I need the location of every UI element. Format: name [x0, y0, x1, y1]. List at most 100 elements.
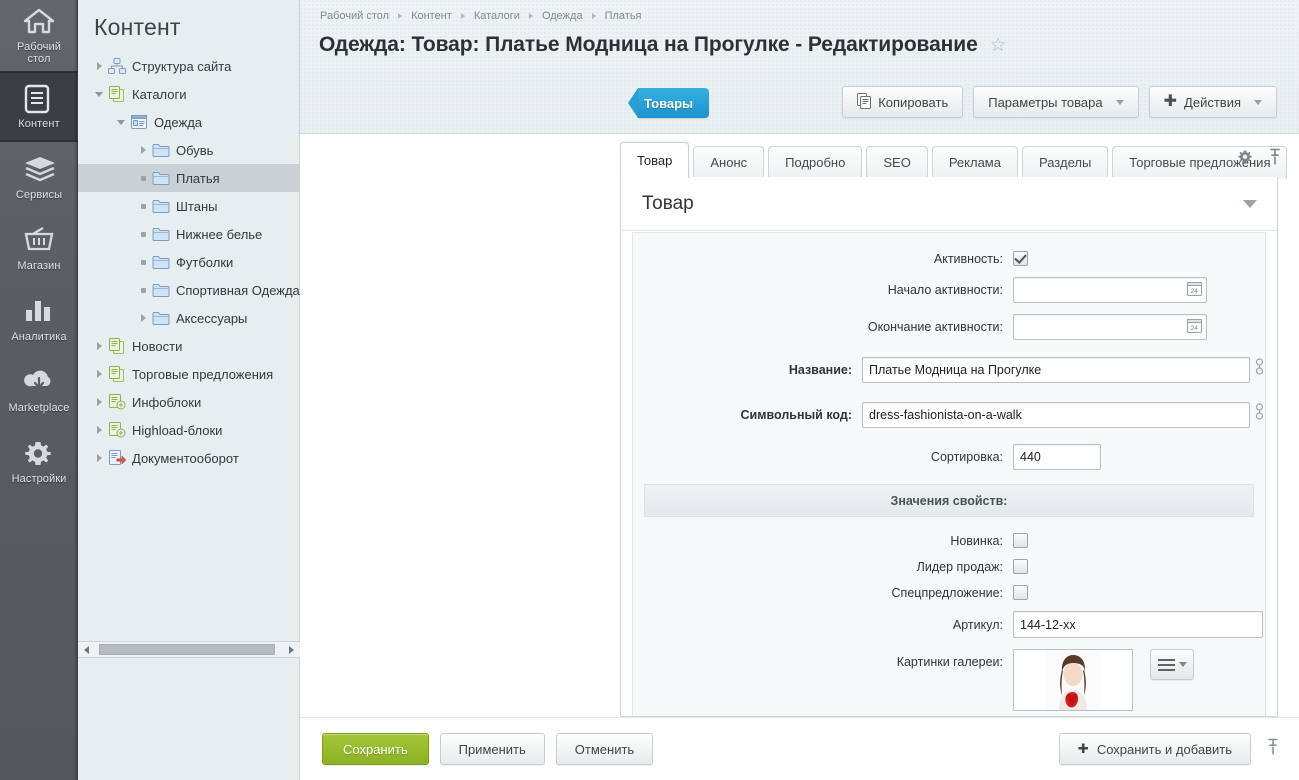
article-input[interactable] [1013, 611, 1263, 638]
tab-4[interactable]: Реклама [931, 146, 1018, 178]
name-input[interactable] [862, 356, 1250, 383]
nav-item-desktop[interactable]: Рабочий стол [0, 0, 78, 71]
copy-button[interactable]: Копировать [842, 86, 964, 118]
gear-icon[interactable] [1237, 149, 1253, 170]
pin-icon[interactable] [1269, 148, 1281, 170]
breadcrumb-link-1[interactable]: Контент [411, 10, 452, 22]
products-tag-button[interactable]: Товары [628, 88, 710, 118]
calendar-icon[interactable]: 24 [1187, 318, 1202, 338]
nav-item-services[interactable]: Сервисы [0, 142, 78, 213]
link-chain-icon[interactable] [1254, 354, 1265, 385]
chevron-down-icon [1254, 99, 1262, 105]
label-bestseller: Лидер продаж: [916, 559, 1003, 574]
tree-item-4[interactable]: Платья [78, 164, 300, 192]
nav-item-analytics[interactable]: Аналитика [0, 284, 78, 355]
save-and-add-button[interactable]: ✚ Сохранить и добавить [1058, 733, 1251, 765]
date-start-input[interactable] [1013, 277, 1207, 303]
chevron-right-icon[interactable] [92, 59, 106, 73]
tree-item-9[interactable]: Аксессуары [78, 304, 300, 332]
tree-item-label: Обувь [176, 142, 214, 158]
apply-button[interactable]: Применить [439, 733, 545, 765]
tab-label: Анонс [710, 155, 748, 170]
new-checkbox[interactable] [1013, 533, 1028, 548]
tree-item-8[interactable]: Спортивная Одежда [78, 276, 300, 304]
card-title: Товар [642, 192, 694, 214]
tree-item-label: Одежда [154, 114, 203, 130]
bestseller-checkbox[interactable] [1013, 559, 1028, 574]
tree-item-1[interactable]: Каталоги [78, 80, 300, 108]
calendar-icon[interactable]: 24 [1187, 281, 1202, 301]
footer-action-bar: Сохранить Применить Отменить ✚ Сохранить… [300, 717, 1299, 780]
chevron-down-icon[interactable] [92, 87, 106, 101]
label-name: Название: [788, 362, 852, 377]
tree-item-14[interactable]: Документооборот [78, 444, 300, 472]
save-button[interactable]: Сохранить [322, 733, 429, 765]
code-input[interactable] [862, 401, 1250, 428]
field-row-sort: Сортировка: [633, 444, 1265, 470]
special-checkbox[interactable] [1013, 585, 1028, 600]
link-chain-icon[interactable] [1254, 399, 1265, 430]
tab-0[interactable]: Товар [620, 142, 690, 178]
collapse-caret-icon[interactable] [1243, 199, 1257, 208]
breadcrumb-link-2[interactable]: Каталоги [474, 10, 520, 22]
admin-page: Рабочий стол Контент Сервисы Магазин Анал [0, 0, 1299, 780]
sort-input[interactable] [1013, 444, 1101, 470]
chevron-right-icon[interactable] [92, 367, 106, 381]
chevron-right-icon[interactable] [92, 451, 106, 465]
active-checkbox[interactable] [1013, 251, 1028, 266]
nav-label-analytics: Аналитика [11, 330, 67, 343]
gallery-thumbnail[interactable] [1013, 649, 1133, 711]
tab-2[interactable]: Подробно [768, 146, 863, 178]
tree-item-7[interactable]: Футболки [78, 248, 300, 276]
date-end-input[interactable] [1013, 314, 1207, 340]
scrollbar-track[interactable] [95, 642, 283, 657]
chevron-right-icon[interactable] [136, 311, 150, 325]
tree-item-5[interactable]: Штаны [78, 192, 300, 220]
tree-scroll-area[interactable]: Структура сайта Каталоги Одежда Обувь Платья… [78, 52, 300, 632]
scroll-left-arrow[interactable] [78, 642, 95, 657]
chevron-down-icon[interactable] [114, 115, 128, 129]
catalog-icon [130, 114, 148, 130]
scroll-right-arrow[interactable] [283, 642, 300, 657]
nav-item-shop[interactable]: Магазин [0, 213, 78, 284]
tree-item-10[interactable]: Новости [78, 332, 300, 360]
products-tag-label: Товары [638, 88, 710, 118]
tree-horizontal-scrollbar[interactable] [78, 641, 300, 658]
chevron-down-icon [1115, 99, 1124, 105]
chevron-right-icon[interactable] [136, 143, 150, 157]
product-params-button[interactable]: Параметры товара [973, 86, 1139, 118]
chevron-right-icon[interactable] [92, 395, 106, 409]
tree-item-2[interactable]: Одежда [78, 108, 300, 136]
breadcrumb-link-4[interactable]: Платья [605, 10, 642, 22]
favorite-star-icon[interactable]: ☆ [990, 36, 1007, 55]
chevron-right-icon[interactable] [92, 423, 106, 437]
tab-3[interactable]: SEO [866, 146, 928, 178]
nav-item-content[interactable]: Контент [0, 71, 78, 142]
product-photo [1045, 650, 1101, 710]
tree-item-label: Документооборот [132, 450, 239, 466]
tree-item-label: Платья [176, 170, 220, 186]
nav-item-marketplace[interactable]: Marketplace [0, 355, 78, 426]
cancel-button[interactable]: Отменить [555, 733, 654, 765]
tree-item-11[interactable]: Торговые предложения [78, 360, 300, 388]
nav-item-settings[interactable]: Настройки [0, 426, 78, 497]
actions-button[interactable]: ✚ Действия [1148, 86, 1277, 118]
chevron-right-icon[interactable] [92, 339, 106, 353]
breadcrumb-link-3[interactable]: Одежда [542, 10, 583, 22]
tree-item-3[interactable]: Обувь [78, 136, 300, 164]
breadcrumb-link-0[interactable]: Рабочий стол [320, 10, 389, 22]
pin-icon[interactable] [1267, 738, 1279, 760]
tree-item-13[interactable]: Highload-блоки [78, 416, 300, 444]
tree-item-0[interactable]: Структура сайта [78, 52, 300, 80]
field-row-special: Спецпредложение: [633, 585, 1265, 600]
gallery-menu-button[interactable] [1150, 649, 1194, 680]
tree-item-label: Торговые предложения [132, 366, 274, 382]
tab-1[interactable]: Анонс [693, 146, 765, 178]
home-icon [23, 7, 55, 37]
svg-text:24: 24 [1191, 325, 1199, 332]
tab-bar: Товар Анонс Подробно SEO Реклама Разделы Торго… [620, 142, 1299, 178]
tab-5[interactable]: Разделы [1021, 146, 1109, 178]
tree-item-12[interactable]: Инфоблоки [78, 388, 300, 416]
tree-item-6[interactable]: Нижнее белье [78, 220, 300, 248]
scrollbar-thumb[interactable] [99, 644, 275, 655]
